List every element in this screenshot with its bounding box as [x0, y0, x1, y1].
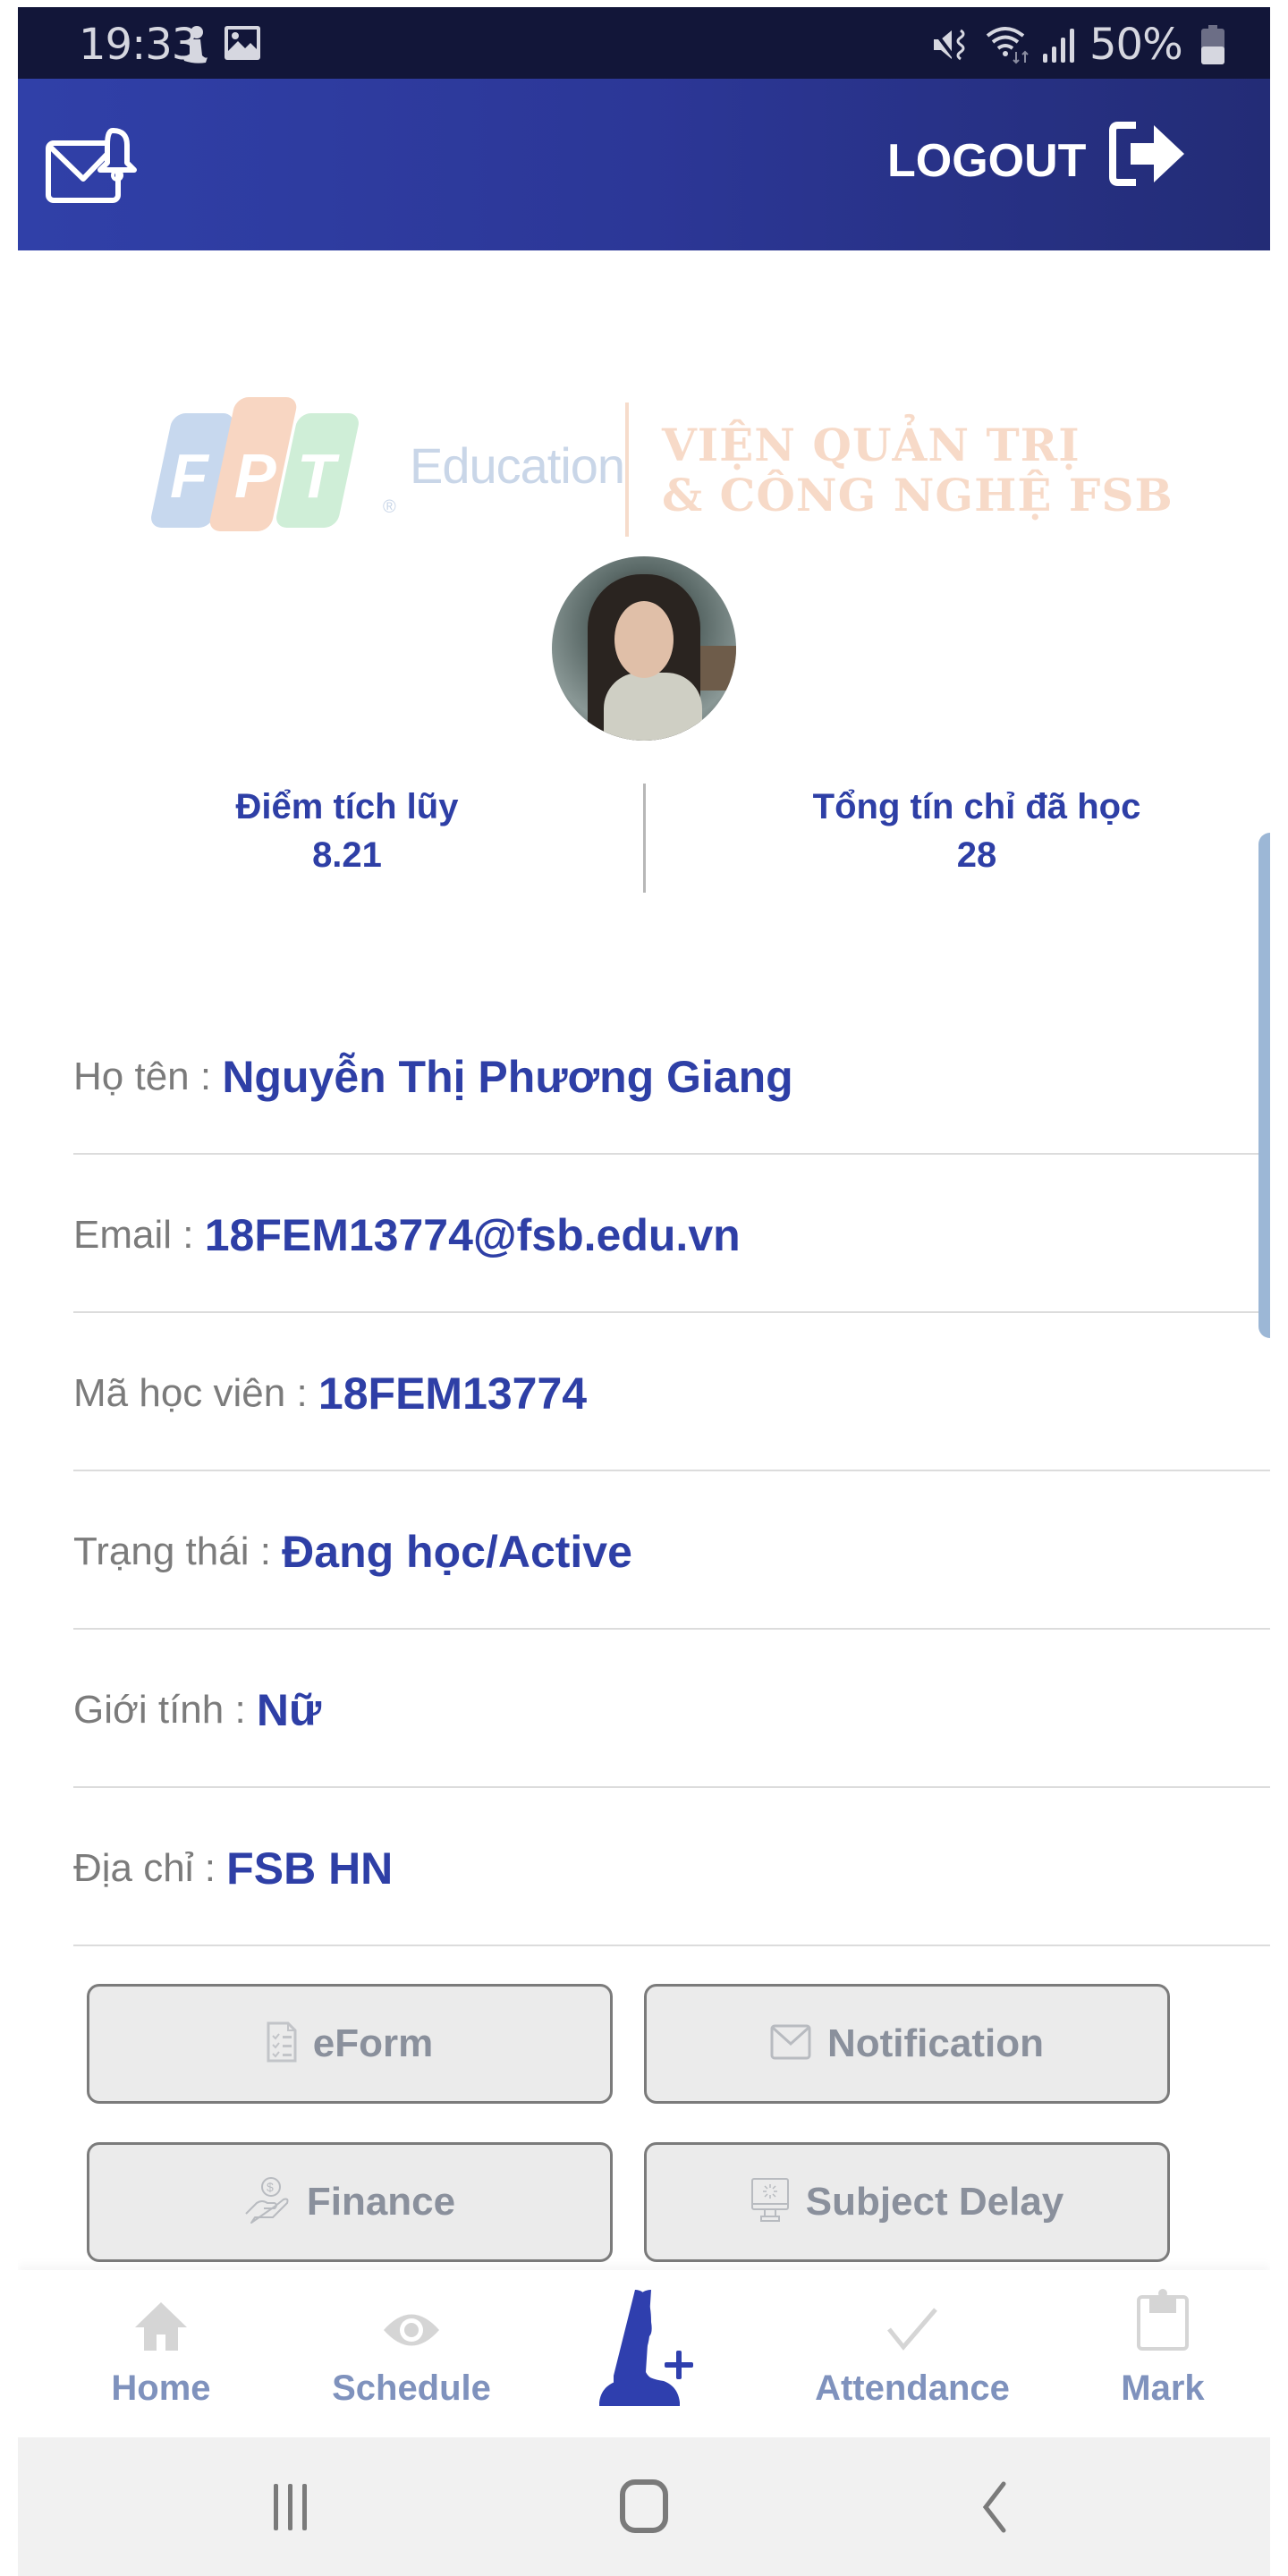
wifi-icon: [984, 25, 1034, 69]
battery-icon: [1200, 25, 1225, 69]
info-row-status: Trạng thái : Đang học/Active: [73, 1471, 1270, 1630]
app-screen: 19:33 50% LOGOUT F P T ® Education VIỆN …: [18, 7, 1270, 2576]
check-icon: [886, 2306, 939, 2355]
finance-button[interactable]: $ Finance: [87, 2142, 613, 2262]
notification-button[interactable]: Notification: [644, 1984, 1170, 2104]
info-value: Nguyễn Thị Phương Giang: [222, 1051, 793, 1102]
logout-label: LOGOUT: [887, 135, 1087, 187]
bottom-nav: Home Schedule Attendance Mark: [18, 2270, 1270, 2437]
system-navigation-bar: [18, 2437, 1270, 2576]
add-user-icon: [581, 2286, 707, 2411]
logo-letter-p-text: P: [234, 441, 276, 511]
notification-label: Notification: [827, 2021, 1044, 2065]
battery-percent: 50%: [1089, 20, 1183, 70]
stat-gpa-value: 8.21: [312, 835, 382, 875]
recent-apps-icon[interactable]: [270, 2482, 317, 2537]
tab-profile-active[interactable]: [537, 2270, 751, 2437]
eform-button[interactable]: eForm: [87, 1984, 613, 2104]
info-row-gender: Giới tính : Nữ: [73, 1630, 1270, 1788]
mail-notification-button[interactable]: [45, 127, 141, 206]
tab-mark[interactable]: Mark: [1055, 2270, 1270, 2437]
clipboard-icon: [1137, 2288, 1189, 2355]
logo-letter-f-text: F: [170, 441, 208, 511]
info-label: Giới tính :: [73, 1687, 257, 1732]
info-label: Họ tên :: [73, 1054, 223, 1098]
info-row-address: Địa chỉ : FSB HN: [73, 1788, 1270, 1946]
back-icon[interactable]: [977, 2480, 1013, 2538]
tab-schedule-label: Schedule: [332, 2368, 491, 2408]
monitor-loading-icon: [750, 2177, 790, 2228]
envelope-icon: [770, 2024, 811, 2064]
logout-icon: [1109, 122, 1185, 186]
stat-gpa-label: Điểm tích lũy: [235, 787, 459, 826]
registered-mark: ®: [383, 497, 396, 517]
tab-attendance-label: Attendance: [815, 2368, 1010, 2408]
info-value: 18FEM13774@fsb.edu.vn: [204, 1209, 741, 1260]
mute-vibrate-icon: [932, 27, 970, 67]
scrollbar[interactable]: [1258, 833, 1270, 1338]
subject-delay-button[interactable]: Subject Delay: [644, 2142, 1170, 2262]
info-value: FSB HN: [226, 1843, 394, 1894]
info-value: 18FEM13774: [318, 1368, 588, 1419]
mail-bell-icon: [46, 128, 137, 203]
eye-icon: [382, 2309, 441, 2355]
stat-credits-value: 28: [956, 835, 997, 875]
finance-label: Finance: [306, 2180, 456, 2224]
hand-coin-icon: $: [244, 2176, 291, 2229]
notification-person-icon: [179, 25, 209, 69]
info-value: Đang học/Active: [282, 1526, 632, 1577]
info-row-fullname: Họ tên : Nguyễn Thị Phương Giang: [73, 996, 1270, 1155]
eform-label: eForm: [312, 2021, 434, 2065]
stats-divider: [643, 784, 646, 893]
tab-mark-label: Mark: [1121, 2368, 1205, 2408]
home-icon: [133, 2301, 189, 2357]
logout-button[interactable]: LOGOUT: [887, 120, 1188, 188]
gallery-icon: [224, 25, 261, 65]
info-value: Nữ: [256, 1684, 322, 1735]
logo-institute-line1: VIỆN QUẢN TRỊ: [662, 419, 1080, 471]
info-label: Mã học viên :: [73, 1370, 318, 1415]
stat-credits-label: Tổng tín chỉ đã học: [812, 787, 1141, 826]
tab-home[interactable]: Home: [54, 2270, 268, 2437]
info-row-email: Email : 18FEM13774@fsb.edu.vn: [73, 1155, 1270, 1313]
home-circle-icon[interactable]: [619, 2479, 669, 2538]
logo-letter-t-text: T: [297, 441, 335, 511]
stat-credits: Tổng tín chỉ đã học 28: [726, 785, 1227, 882]
avatar[interactable]: [552, 556, 736, 741]
form-checklist-icon: [267, 2021, 297, 2067]
app-header: LOGOUT: [18, 79, 1270, 250]
fpt-fsb-logo: F P T ® Education VIỆN QUẢN TRỊ & CÔNG N…: [143, 392, 1173, 544]
avatar-body: [604, 673, 702, 741]
info-label: Trạng thái :: [73, 1529, 283, 1573]
info-label: Địa chỉ :: [73, 1845, 227, 1890]
svg-text:$: $: [267, 2180, 274, 2194]
avatar-face: [614, 601, 674, 678]
tab-schedule[interactable]: Schedule: [304, 2270, 519, 2437]
logo-divider: [625, 402, 629, 537]
subject-delay-label: Subject Delay: [805, 2180, 1064, 2224]
tab-home-label: Home: [111, 2368, 211, 2408]
stat-gpa: Điểm tích lũy 8.21: [97, 785, 597, 882]
info-label: Email :: [73, 1212, 205, 1257]
signal-icon: [1041, 27, 1075, 67]
info-row-student-id: Mã học viên : 18FEM13774: [73, 1313, 1270, 1471]
logo-education-text: Education: [410, 437, 625, 494]
logo-institute-line2: & CÔNG NGHỆ FSB: [662, 469, 1174, 521]
status-bar: 19:33 50%: [18, 7, 1270, 79]
tab-attendance[interactable]: Attendance: [805, 2270, 1020, 2437]
